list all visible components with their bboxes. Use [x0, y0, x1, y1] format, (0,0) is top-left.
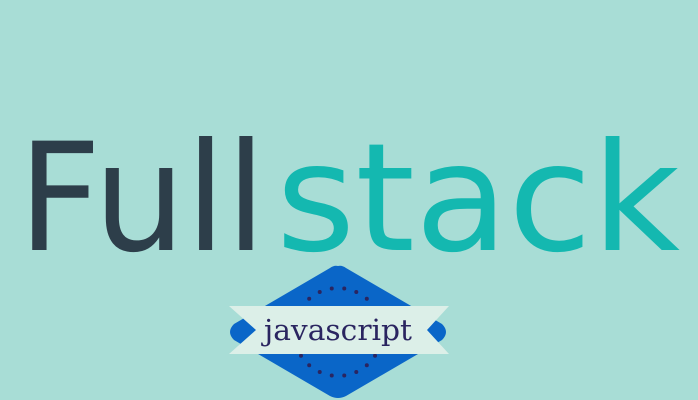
badge-dot	[342, 286, 347, 291]
title-full: Full	[18, 112, 266, 286]
badge-dot	[342, 373, 347, 378]
logo-canvas: Full stack javascript	[18, 112, 680, 398]
badge-dot	[307, 363, 312, 368]
badge-dot	[373, 353, 378, 358]
badge-label: javascript	[261, 313, 412, 347]
badge-dot	[298, 353, 303, 358]
badge-dot	[329, 286, 334, 291]
badge-dot	[354, 289, 359, 294]
badge-dot	[317, 289, 322, 294]
badge-dot	[354, 370, 359, 375]
title-stack: stack	[276, 112, 680, 286]
badge-dot	[329, 373, 334, 378]
badge-dot	[307, 296, 312, 301]
badge-dot	[364, 296, 369, 301]
badge-dot	[317, 370, 322, 375]
badge-dot	[364, 363, 369, 368]
